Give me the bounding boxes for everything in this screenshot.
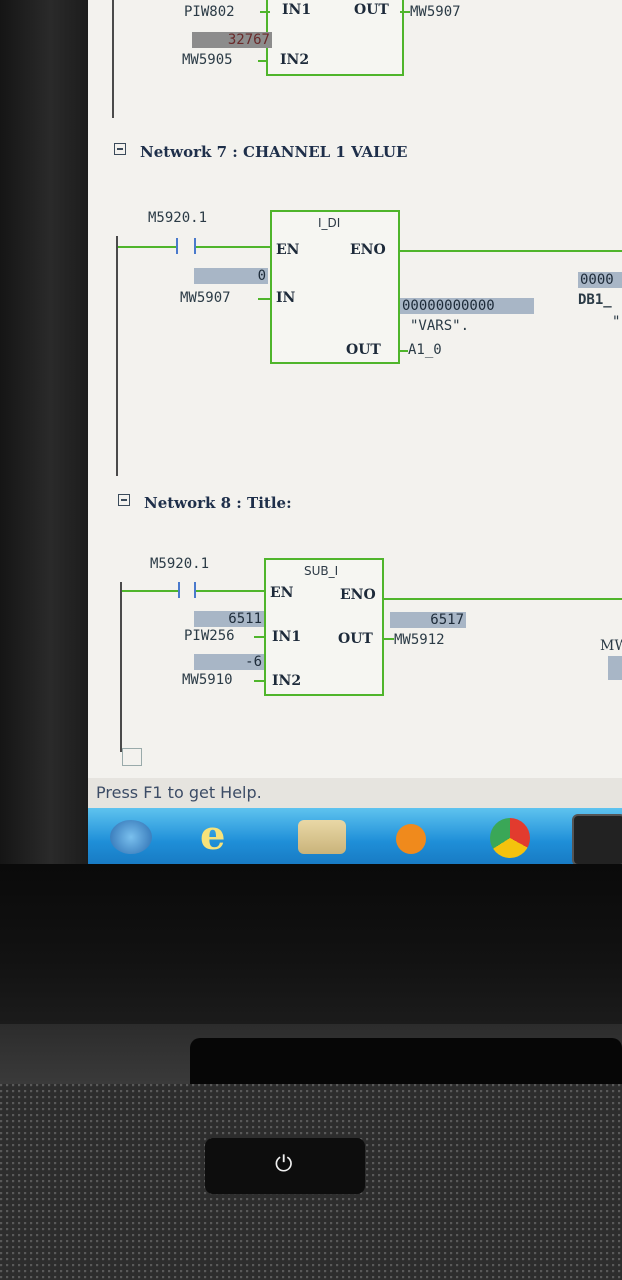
net6-in2-value: 32767 <box>192 32 272 48</box>
power-icon: ⏻ <box>275 1152 293 1177</box>
net7-out-operand: A1_0 <box>408 342 442 358</box>
net7-right-operand: DB1_ <box>578 292 612 308</box>
net8-en-pin: EN <box>270 585 294 601</box>
net8-out-value: 6517 <box>390 612 466 628</box>
net7-en-pin: EN <box>276 242 300 258</box>
block-i-di[interactable] <box>270 210 400 364</box>
plc-tool-icon[interactable] <box>572 814 622 866</box>
net8-out-wire <box>382 638 394 640</box>
net8-out-pin: OUT <box>338 631 373 647</box>
net8-in2-wire <box>254 680 266 682</box>
chrome-icon[interactable] <box>490 818 530 858</box>
net7-in-pin: IN <box>276 290 296 306</box>
net6-in1-operand: PIW802 <box>184 4 235 20</box>
net7-collapse-toggle[interactable] <box>114 143 126 155</box>
net7-out-value: 00000000000 <box>400 298 534 314</box>
net8-rung-mid <box>196 590 264 592</box>
net6-out-operand: MW5907 <box>410 4 461 20</box>
scroll-corner-box[interactable] <box>122 748 142 766</box>
net8-in1-pin: IN1 <box>272 629 302 645</box>
power-rail-net7 <box>116 236 118 476</box>
net8-block-title: SUB_I <box>304 564 339 578</box>
net8-in1-wire <box>254 636 266 638</box>
power-rail-net8 <box>120 582 122 752</box>
ladder-editor-screen: PIW802 IN1 OUT MW5907 32767 MW5905 IN2 N… <box>88 0 622 808</box>
net7-heading: Network 7 : CHANNEL 1 VALUE <box>140 143 408 161</box>
net6-in1-wire <box>260 11 270 13</box>
net8-rung-right <box>382 598 622 600</box>
net7-block-title: I_DI <box>318 216 341 230</box>
net8-right-operand: MW <box>600 638 622 654</box>
net8-in1-operand: PIW256 <box>184 628 235 644</box>
net7-rung-right <box>398 250 622 252</box>
net6-in1-pin: IN1 <box>282 2 312 18</box>
net7-contact-operand: M5920.1 <box>148 210 208 226</box>
net8-collapse-toggle[interactable] <box>118 494 130 506</box>
net8-in2-value: -6 <box>194 654 264 670</box>
status-help-text: Press F1 to get Help. <box>96 783 262 802</box>
net8-contact-left[interactable] <box>178 582 180 598</box>
net8-rung-left <box>122 590 178 592</box>
file-manager-icon[interactable] <box>298 820 346 854</box>
net7-in-wire <box>258 298 272 300</box>
net7-contact-left[interactable] <box>176 238 178 254</box>
media-player-icon[interactable] <box>396 824 426 854</box>
windows-start-icon[interactable] <box>110 820 152 854</box>
net7-rung-mid <box>196 246 272 248</box>
net8-in2-pin: IN2 <box>272 673 302 689</box>
laptop-bezel-bottom <box>0 864 622 1024</box>
net6-in2-wire <box>258 60 268 62</box>
status-bar: Press F1 to get Help. <box>88 778 622 808</box>
windows-taskbar: e <box>88 808 622 866</box>
net6-out-wire <box>400 11 410 13</box>
net7-out-pin: OUT <box>346 342 381 358</box>
net8-eno-pin: ENO <box>340 587 376 603</box>
net6-in2-pin: IN2 <box>280 52 310 68</box>
internet-explorer-icon[interactable]: e <box>200 812 240 859</box>
net6-out-pin: OUT <box>354 2 389 18</box>
power-rail-net6 <box>112 0 114 118</box>
net7-in-value: 0 <box>194 268 268 284</box>
net7-out-wire <box>398 350 408 352</box>
net8-heading: Network 8 : Title: <box>144 494 292 512</box>
net8-right-value-box <box>608 656 622 680</box>
net7-rung-left <box>118 246 176 248</box>
net7-right-symbol: " <box>612 314 621 330</box>
net8-out-operand: MW5912 <box>394 632 445 648</box>
net8-in2-operand: MW5910 <box>182 672 233 688</box>
net6-in2-operand: MW5905 <box>182 52 233 68</box>
net7-in-operand: MW5907 <box>180 290 231 306</box>
laptop-bezel-left <box>0 0 92 880</box>
net7-eno-pin: ENO <box>350 242 386 258</box>
power-button[interactable]: ⏻ <box>205 1138 365 1194</box>
net7-out-symbol: "VARS". <box>410 318 470 334</box>
net7-right-value: 0000 <box>578 272 622 288</box>
net8-contact-operand: M5920.1 <box>150 556 210 572</box>
net8-in1-value: 6511 <box>194 611 264 627</box>
